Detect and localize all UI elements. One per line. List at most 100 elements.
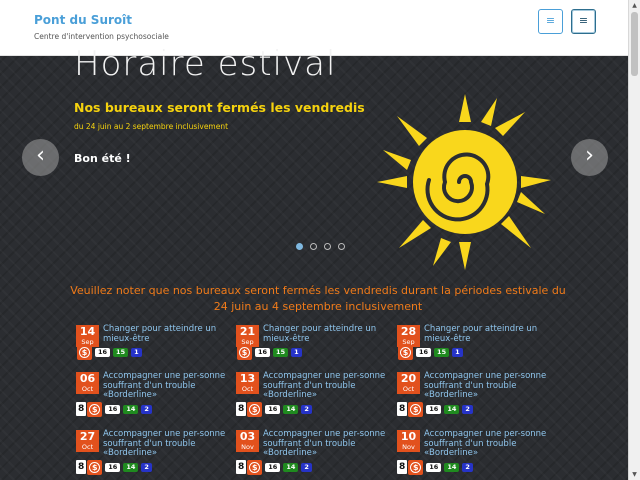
event-badges: 8 $16 14 2 — [236, 402, 312, 417]
menu-toggle-button[interactable]: ≡ — [538, 9, 563, 34]
event-count-badge: 8 — [236, 402, 247, 416]
event-green-badge: 14 — [283, 463, 299, 472]
dollar-icon: $ — [87, 402, 103, 417]
event-badges: 8 $16 14 2 — [76, 460, 152, 475]
event-title-link[interactable]: Accompagner une per-sonne souffrant d'un… — [103, 429, 231, 459]
event-green-badge: 14 — [444, 405, 460, 414]
event-date-badge: 06 Oct — [76, 372, 99, 394]
event-age-badge: 16 — [265, 463, 281, 472]
event-title-link[interactable]: Accompagner une per-sonne souffrant d'un… — [263, 429, 391, 459]
event-age-badge: 16 — [265, 405, 281, 414]
slide-title: Horaire estival — [74, 44, 337, 84]
event-item[interactable]: 03 Nov Accompagner une per-sonne souffrant… — [236, 429, 392, 480]
secondary-menu-button[interactable]: ≡ — [571, 9, 596, 34]
slider-dot-3[interactable] — [324, 243, 332, 250]
event-date-badge: 10 Nov — [397, 430, 420, 452]
event-badges: 8 $16 14 2 — [397, 402, 473, 417]
event-age-badge: 16 — [95, 348, 111, 357]
event-month: Nov — [402, 443, 415, 451]
closure-notice: Veuillez noter que nos bureaux seront fe… — [70, 284, 566, 313]
slider-dot-1[interactable] — [296, 243, 303, 250]
chevron-right-icon: › — [585, 143, 594, 168]
event-badges: $16 15 1 — [397, 345, 463, 360]
scroll-up-icon[interactable]: ▲ — [630, 1, 639, 10]
event-age-badge: 16 — [105, 405, 121, 414]
dollar-icon: $ — [408, 460, 424, 475]
event-count-badge: 8 — [397, 402, 408, 416]
slider-dot-2[interactable] — [310, 243, 318, 250]
event-day: 20 — [400, 372, 417, 385]
event-date-badge: 14 Sep — [76, 325, 99, 347]
event-date-badge: 20 Oct — [397, 372, 420, 394]
event-badges: 8 $16 14 2 — [236, 460, 312, 475]
chevron-left-icon: ‹ — [36, 143, 45, 168]
page-scrollbar[interactable]: ▲ ▼ — [628, 0, 640, 480]
event-item[interactable]: 06 Oct Accompagner une per-sonne souffrant… — [76, 371, 232, 428]
event-blue-badge: 2 — [301, 405, 312, 414]
event-title-link[interactable]: Accompagner une per-sonne souffrant d'un… — [424, 429, 552, 459]
event-green-badge: 14 — [283, 405, 299, 414]
event-badges: 8 $16 14 2 — [76, 402, 152, 417]
event-count-badge: 8 — [76, 460, 87, 474]
event-month: Oct — [402, 385, 415, 393]
slide-body-text: Bon été ! — [74, 152, 131, 165]
event-green-badge: 15 — [273, 348, 289, 357]
slide-subtitle: Nos bureaux seront fermés les vendredis — [74, 100, 365, 115]
event-title-link[interactable]: Accompagner une per-sonne souffrant d'un… — [103, 371, 231, 401]
event-blue-badge: 1 — [452, 348, 463, 357]
event-day: 06 — [79, 372, 96, 385]
event-date-badge: 28 Sep — [397, 325, 420, 347]
event-month: Oct — [81, 385, 94, 393]
event-day: 27 — [79, 430, 96, 443]
event-date-badge: 03 Nov — [236, 430, 259, 452]
event-count-badge: 8 — [236, 460, 247, 474]
slider-prev-button[interactable]: ‹ — [22, 139, 59, 176]
event-month: Oct — [81, 443, 94, 451]
event-badges: $16 15 1 — [76, 345, 142, 360]
event-title-link[interactable]: Accompagner une per-sonne souffrant d'un… — [263, 371, 391, 401]
event-blue-badge: 2 — [141, 463, 152, 472]
dollar-icon: $ — [398, 345, 413, 360]
event-item[interactable]: 27 Oct Accompagner une per-sonne souffrant… — [76, 429, 232, 480]
scroll-thumb[interactable] — [631, 12, 638, 76]
dollar-icon: $ — [247, 460, 263, 475]
event-count-badge: 8 — [76, 402, 87, 416]
event-date-badge: 27 Oct — [76, 430, 99, 452]
event-title-link[interactable]: Changer pour atteindre un mieux-être — [424, 324, 552, 344]
dollar-icon: $ — [87, 460, 103, 475]
slider-dot-4[interactable] — [338, 243, 346, 250]
event-age-badge: 16 — [416, 348, 432, 357]
event-green-badge: 14 — [444, 463, 460, 472]
event-date-badge: 13 Oct — [236, 372, 259, 394]
event-blue-badge: 2 — [301, 463, 312, 472]
event-blue-badge: 1 — [131, 348, 142, 357]
event-blue-badge: 2 — [141, 405, 152, 414]
event-item[interactable]: 20 Oct Accompagner une per-sonne souffrant… — [397, 371, 553, 428]
event-month: Oct — [241, 385, 254, 393]
event-badges: $16 15 1 — [236, 345, 302, 360]
event-age-badge: 16 — [105, 463, 121, 472]
event-blue-badge: 2 — [462, 463, 473, 472]
event-blue-badge: 2 — [462, 405, 473, 414]
event-item[interactable]: 13 Oct Accompagner une per-sonne souffrant… — [236, 371, 392, 428]
dollar-icon: $ — [237, 345, 252, 360]
site-title-link[interactable]: Pont du Suroît — [34, 13, 132, 27]
event-green-badge: 14 — [123, 463, 139, 472]
slider-next-button[interactable]: › — [571, 139, 608, 176]
sun-icon — [377, 94, 551, 270]
event-item[interactable]: 10 Nov Accompagner une per-sonne souffrant… — [397, 429, 553, 480]
event-age-badge: 16 — [426, 405, 442, 414]
event-title-link[interactable]: Changer pour atteindre un mieux-être — [263, 324, 391, 344]
dollar-icon: $ — [247, 402, 263, 417]
event-day: 21 — [239, 325, 256, 338]
event-day: 13 — [239, 372, 256, 385]
scroll-down-icon[interactable]: ▼ — [630, 470, 639, 479]
event-day: 28 — [400, 325, 417, 338]
event-green-badge: 15 — [113, 348, 129, 357]
event-title-link[interactable]: Changer pour atteindre un mieux-être — [103, 324, 231, 344]
event-age-badge: 16 — [426, 463, 442, 472]
event-month: Nov — [241, 443, 254, 451]
dollar-icon: $ — [408, 402, 424, 417]
dollar-icon: $ — [77, 345, 92, 360]
event-title-link[interactable]: Accompagner une per-sonne souffrant d'un… — [424, 371, 552, 401]
